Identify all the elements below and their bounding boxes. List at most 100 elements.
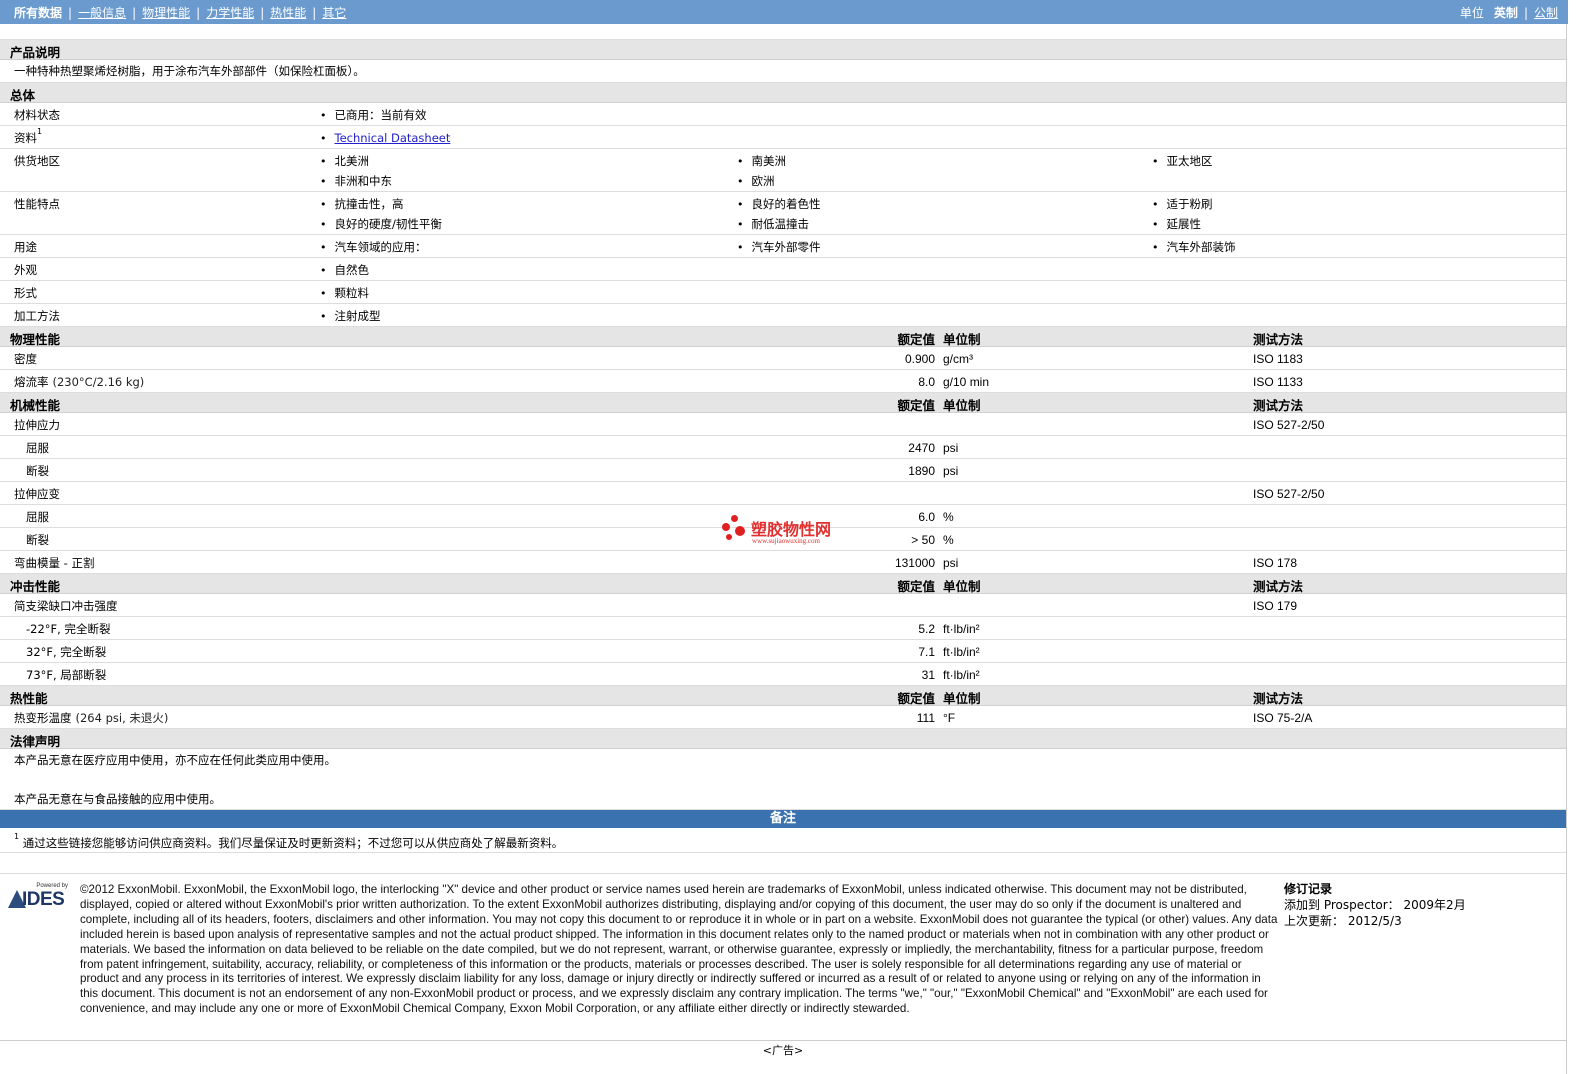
section-thermal: 热性能 额定值 单位制 测试方法	[0, 686, 1566, 706]
technical-datasheet-link[interactable]: Technical Datasheet	[335, 131, 451, 145]
footnote-text: 通过这些链接您能够访问供应商资料。我们尽量保证及时更新资料；不过您可以从供应商处…	[22, 836, 564, 850]
col-method-header: 测试方法	[1253, 691, 1304, 706]
bullet-value: Technical Datasheet	[320, 131, 451, 145]
property-unit: psi	[943, 464, 959, 478]
property-value: 8.0	[918, 375, 935, 389]
col-nominal-header: 额定值	[897, 579, 935, 594]
property-row: 拉伸应力 ISO 527-2/50	[0, 413, 1566, 436]
bullet-value: 已商用：当前有效	[320, 107, 427, 123]
property-label: 密度	[14, 352, 37, 366]
copyright-text: ©2012 ExxonMobil. ExxonMobil, the ExxonM…	[80, 883, 1278, 1016]
property-label: 热变形温度 (264 psi, 未退火)	[14, 711, 169, 725]
revision-title: 修订记录	[1284, 882, 1333, 896]
property-value: 5.2	[918, 622, 935, 636]
col-nominal-header: 额定值	[897, 398, 935, 413]
bullet-value: 汽车领域的应用：	[320, 239, 427, 255]
col-method-header: 测试方法	[1253, 579, 1304, 594]
section-mechanical: 机械性能 额定值 单位制 测试方法	[0, 393, 1566, 413]
property-value: 31	[921, 668, 935, 682]
property-label: -22°F, 完全断裂	[26, 622, 111, 636]
bullet-value: 欧洲	[737, 173, 775, 189]
property-label: 拉伸应变	[14, 487, 60, 501]
nav-physical[interactable]: 物理性能	[142, 6, 190, 20]
property-value: 7.1	[918, 645, 935, 659]
nav-general-info[interactable]: 一般信息	[78, 6, 126, 20]
bullet-value: 颗粒料	[320, 285, 370, 301]
general-row-regions: 供货地区 北美洲 南美洲 亚太地区 非洲和中东 欧洲	[0, 149, 1566, 192]
property-row: 断裂 1890 psi	[0, 459, 1566, 482]
nav-all-data[interactable]: 所有数据	[14, 4, 62, 21]
section-impact: 冲击性能 额定值 单位制 测试方法	[0, 574, 1566, 594]
bullet-value: 自然色	[320, 262, 370, 278]
section-title: 物理性能	[10, 332, 61, 347]
legal-statement: 本产品无意在医疗应用中使用，亦不应在任何此类应用中使用。 本产品无意在与食品接触…	[0, 749, 1566, 810]
revision-history: 修订记录 添加到 Prospector： 2009年2月 上次更新： 2012/…	[1284, 881, 1466, 929]
col-nominal-header: 额定值	[897, 691, 935, 706]
added-label: 添加到 Prospector：	[1284, 898, 1400, 912]
property-value: 0.900	[904, 352, 935, 366]
property-row: 熔流率 (230°C/2.16 kg) 8.0 g/10 min ISO 1133	[0, 370, 1566, 393]
bullet-value: 汽车外部零件	[737, 239, 821, 255]
property-row: 弯曲模量 - 正割 131000 psi ISO 178	[0, 551, 1566, 574]
watermark-url: www.sujiaowuxing.com	[752, 537, 820, 545]
ides-logo[interactable]: Powered by IDES	[8, 883, 72, 910]
added-value: 2009年2月	[1403, 898, 1466, 912]
bullet-value: 北美洲	[320, 153, 370, 169]
nav-other[interactable]: 其它	[322, 6, 346, 20]
property-label: 简支梁缺口冲击强度	[14, 599, 118, 613]
property-label: 屈服	[26, 510, 49, 524]
section-physical: 物理性能 额定值 单位制 测试方法	[0, 327, 1566, 347]
section-product-description: 产品说明	[0, 40, 1566, 60]
legal-line: 本产品无意在医疗应用中使用，亦不应在任何此类应用中使用。	[14, 753, 336, 767]
bullet-value: 南美洲	[737, 153, 787, 169]
bullet-value: 延展性	[1152, 216, 1202, 232]
watermark-logo: 塑胶物性网 www.sujiaowuxing.com	[722, 514, 862, 550]
property-row: 屈服 2470 psi	[0, 436, 1566, 459]
property-label: 弯曲模量 - 正割	[14, 556, 95, 570]
bullet-value: 抗撞击性，高	[320, 196, 404, 212]
nav-thermal[interactable]: 热性能	[270, 6, 306, 20]
col-method-header: 测试方法	[1253, 332, 1304, 347]
bullet-value: 非洲和中东	[320, 173, 393, 189]
general-row-uses: 用途 汽车领域的应用： 汽车外部零件 汽车外部装饰	[0, 235, 1566, 258]
row-label: 加工方法	[14, 309, 60, 323]
property-unit: psi	[943, 556, 959, 570]
row-label: 形式	[14, 286, 37, 300]
col-nominal-header: 额定值	[897, 332, 935, 347]
section-title: 法律声明	[10, 734, 61, 749]
property-row: 热变形温度 (264 psi, 未退火) 111 °F ISO 75-2/A	[0, 706, 1566, 729]
updated-value: 2012/5/3	[1347, 914, 1402, 928]
general-row-documents: 资料1 Technical Datasheet	[0, 126, 1566, 149]
bullet-value: 良好的硬度/韧性平衡	[320, 216, 442, 232]
property-unit: psi	[943, 441, 959, 455]
col-method-header: 测试方法	[1253, 398, 1304, 413]
row-label: 用途	[14, 240, 37, 254]
footer: Powered by IDES ©2012 ExxonMobil. ExxonM…	[0, 874, 1566, 1041]
top-nav-bar: 所有数据 | 一般信息 | 物理性能 | 力学性能 | 热性能 | 其它 单位 英制 | 公制	[0, 0, 1568, 24]
property-method: ISO 527-2/50	[1253, 487, 1325, 501]
property-value: 6.0	[918, 510, 935, 524]
col-unit-header: 单位制	[943, 398, 981, 413]
nav-mechanical[interactable]: 力学性能	[206, 6, 254, 20]
unit-english[interactable]: 英制	[1494, 4, 1518, 21]
property-row: 32°F, 完全断裂 7.1 ft·lb/in²	[0, 640, 1566, 663]
unit-metric[interactable]: 公制	[1534, 6, 1558, 20]
section-title: 总体	[10, 88, 36, 103]
section-legal: 法律声明	[0, 729, 1566, 749]
property-label: 熔流率 (230°C/2.16 kg)	[14, 375, 145, 389]
property-value: 2470	[908, 441, 935, 455]
col-unit-header: 单位制	[943, 332, 981, 347]
col-unit-header: 单位制	[943, 579, 981, 594]
general-row-features: 性能特点 抗撞击性，高 良好的着色性 适于粉刷 良好的硬度/韧性平衡 耐低温撞击…	[0, 192, 1566, 235]
property-label: 屈服	[26, 441, 49, 455]
section-title: 机械性能	[10, 398, 61, 413]
property-method: ISO 1183	[1253, 352, 1303, 366]
property-row: -22°F, 完全断裂 5.2 ft·lb/in²	[0, 617, 1566, 640]
row-label: 供货地区	[14, 154, 60, 168]
notes-header: 备注	[0, 810, 1566, 828]
property-unit: g/10 min	[943, 375, 990, 389]
col-unit-header: 单位制	[943, 691, 981, 706]
updated-label: 上次更新：	[1284, 914, 1345, 928]
row-label: 性能特点	[14, 197, 60, 211]
general-row-processing: 加工方法 注射成型	[0, 304, 1566, 327]
